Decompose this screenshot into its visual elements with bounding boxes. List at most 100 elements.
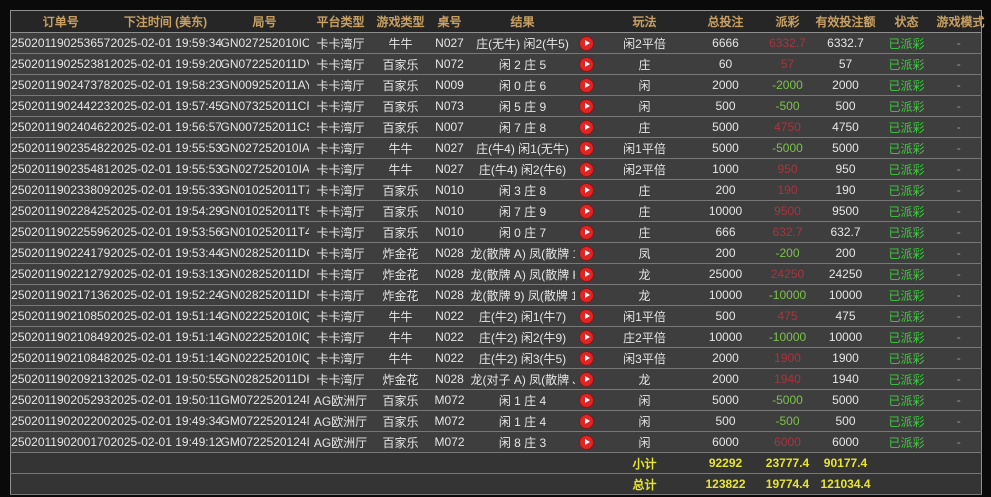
cell-table_no: N027 [429,33,471,54]
play-result-button[interactable] [579,309,594,324]
cell-time: 2025-02-01 19:54:29 [111,201,221,222]
cell-round: GN027252010IC [221,33,309,54]
play-result-button[interactable] [579,141,594,156]
cell-table_no: N022 [429,348,471,369]
cell-round: GN027252010IA [221,159,309,180]
cell-time: 2025-02-01 19:52:24 [111,285,221,306]
play-icon [585,103,590,109]
cell-result: 龙(散牌 A) 凤(散牌 K) [471,264,575,285]
cell-platform: 卡卡湾厅 [309,96,373,117]
cell-payout: -5000 [761,138,815,159]
cell-status: 已派彩 [877,390,937,411]
cell-valid_bet: 200 [815,243,877,264]
cell-valid_bet: 950 [815,159,877,180]
play-result-button[interactable] [579,225,594,240]
cell-order: 250201190217136 [11,285,111,306]
cell-mode: - [937,285,982,306]
play-result-button[interactable] [579,204,594,219]
cell-result: 闲 5 庄 9 [471,96,575,117]
cell-payout: -5000 [761,390,815,411]
cell-order: 250201190205293 [11,390,111,411]
cell-status: 已派彩 [877,348,937,369]
cell-total_bet: 2000 [691,348,761,369]
cell-game: 炸金花 [373,264,429,285]
column-header-result: 结果 [471,11,575,33]
footer-cell-round [221,453,309,474]
table-row: 2502011902404622025-02-01 19:56:57GN0072… [11,117,982,138]
play-result-button[interactable] [579,120,594,135]
play-result-button[interactable] [579,288,594,303]
table-body: 2502011902536572025-02-01 19:59:34GN0272… [11,33,982,453]
column-header-method: 玩法 [599,11,691,33]
cell-status: 已派彩 [877,159,937,180]
cell-payout: -10000 [761,327,815,348]
cell-method: 庄 [599,54,691,75]
cell-method: 闲2平倍 [599,33,691,54]
cell-table_no: N028 [429,285,471,306]
cell-total_bet: 6000 [691,432,761,453]
cell-status: 已派彩 [877,180,937,201]
cell-play [575,306,599,327]
cell-table_no: N007 [429,117,471,138]
cell-table_no: N010 [429,222,471,243]
cell-payout: -2000 [761,75,815,96]
cell-time: 2025-02-01 19:55:53 [111,138,221,159]
cell-method: 凤 [599,243,691,264]
cell-time: 2025-02-01 19:53:56 [111,222,221,243]
cell-payout: 475 [761,306,815,327]
cell-order: 250201190247378 [11,75,111,96]
play-result-button[interactable] [579,57,594,72]
cell-total_bet: 2000 [691,75,761,96]
cell-round: GN028252011DO [221,243,309,264]
cell-mode: - [937,432,982,453]
footer-cell-method: 小计 [599,453,691,474]
play-icon [585,397,590,403]
cell-game: 百家乐 [373,75,429,96]
play-result-button[interactable] [579,267,594,282]
cell-round: GN028252011DN [221,264,309,285]
cell-time: 2025-02-01 19:50:55 [111,369,221,390]
play-result-button[interactable] [579,183,594,198]
cell-payout: -500 [761,411,815,432]
cell-valid_bet: 1900 [815,348,877,369]
cell-method: 闲 [599,411,691,432]
cell-mode: - [937,327,982,348]
play-result-button[interactable] [579,393,594,408]
cell-order: 250201190225596 [11,222,111,243]
play-result-button[interactable] [579,414,594,429]
cell-round: GN010252011T7 [221,180,309,201]
play-result-button[interactable] [579,246,594,261]
cell-platform: 卡卡湾厅 [309,243,373,264]
table-row: 2502011902354822025-02-01 19:55:53GN0272… [11,138,982,159]
play-result-button[interactable] [579,372,594,387]
play-result-button[interactable] [579,330,594,345]
play-result-button[interactable] [579,351,594,366]
cell-round: GN010252011T5 [221,201,309,222]
cell-valid_bet: 500 [815,411,877,432]
play-result-button[interactable] [579,162,594,177]
cell-round: GN028252011DM [221,285,309,306]
cell-order: 250201190244223 [11,96,111,117]
play-result-button[interactable] [579,99,594,114]
footer-cell-payout: 23777.4 [761,453,815,474]
play-result-button[interactable] [579,78,594,93]
cell-play [575,75,599,96]
cell-method: 龙 [599,264,691,285]
cell-play [575,180,599,201]
cell-game: 牛牛 [373,306,429,327]
table-row: 2502011902212792025-02-01 19:53:13GN0282… [11,264,982,285]
cell-mode: - [937,306,982,327]
cell-platform: AG欧洲厅 [309,411,373,432]
cell-play [575,432,599,453]
cell-table_no: N022 [429,327,471,348]
cell-payout: -10000 [761,285,815,306]
play-result-button[interactable] [579,435,594,450]
play-result-button[interactable] [579,36,594,51]
cell-game: 百家乐 [373,390,429,411]
total-row: 总计12382219774.4121034.4 [11,474,982,495]
cell-order: 250201190210848 [11,348,111,369]
cell-play [575,243,599,264]
cell-payout: 190 [761,180,815,201]
cell-time: 2025-02-01 19:55:33 [111,180,221,201]
cell-platform: 卡卡湾厅 [309,54,373,75]
